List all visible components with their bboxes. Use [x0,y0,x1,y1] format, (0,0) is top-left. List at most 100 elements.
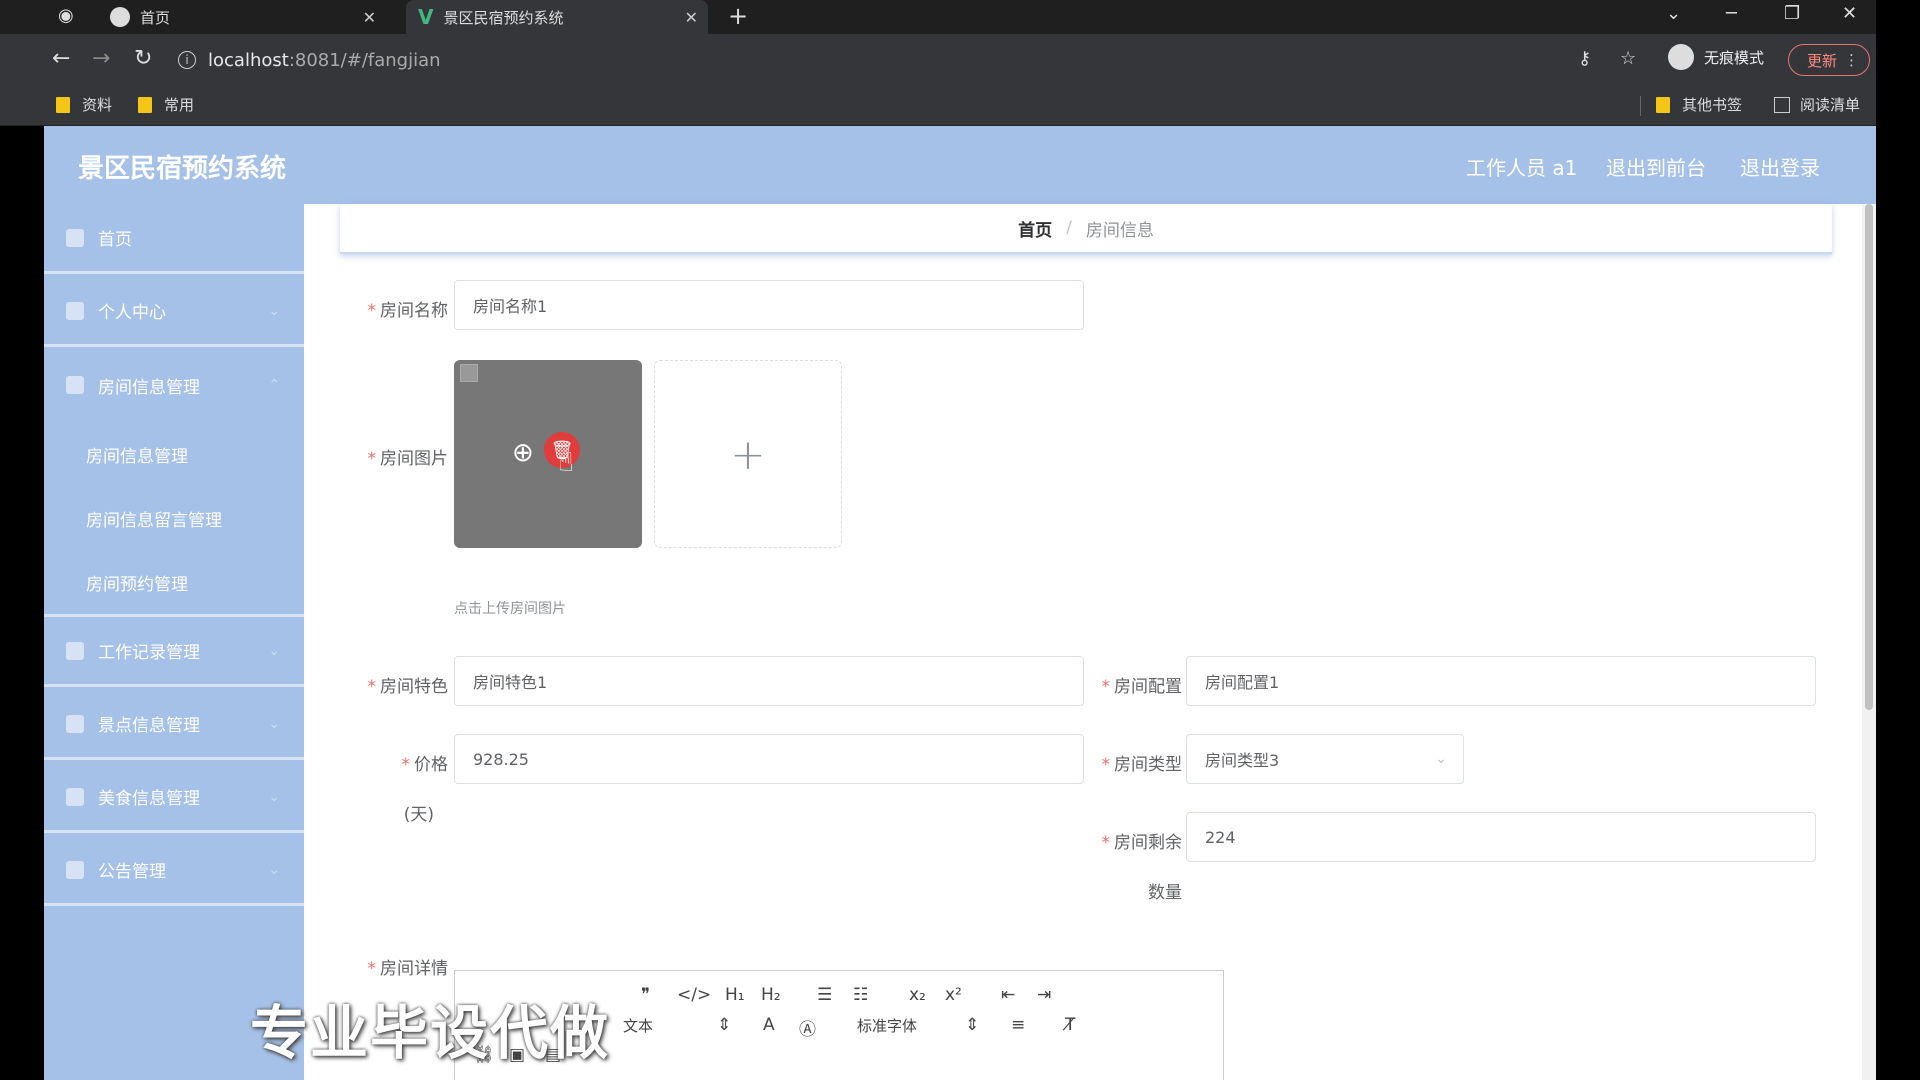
code-block-icon[interactable]: </> [677,985,711,1005]
price-input[interactable]: 928.25 [454,734,1084,784]
tab-close-icon[interactable]: ✕ [685,8,698,27]
back-icon[interactable]: ← [52,46,70,71]
chevron-down-icon: ⌄ [268,788,280,805]
logout-link[interactable]: 退出登录 [1740,152,1820,181]
zoom-in-icon[interactable]: ⊕ [512,438,534,468]
sidebar: 首页 个人中心 ⌄ 房间信息管理 ⌃ 房间信息管理 房间信息留言管理 房间预约管… [44,204,304,1080]
breadcrumb-home[interactable]: 首页 [1018,216,1052,241]
text-color-icon[interactable]: A [763,1015,775,1035]
chevron-down-icon: ⌄ [1435,751,1447,767]
bookmark-folder[interactable]: 常用 [138,94,194,115]
scrollbar-thumb[interactable] [1865,204,1873,710]
font-size-select[interactable]: 文本 [623,1015,653,1036]
upload-add-button[interactable]: + [654,360,842,548]
bookmark-folder[interactable]: 资料 [56,94,112,115]
sidebar-item-home[interactable]: 首页 [44,204,304,274]
plus-icon: + [730,429,766,479]
subscript-icon[interactable]: x₂ [909,985,926,1005]
outdent-icon[interactable]: ⇤ [1001,985,1015,1005]
room-remain-input[interactable]: 224 [1186,812,1816,862]
restore-icon[interactable]: ❐ [1784,3,1800,24]
breadcrumb-separator: / [1066,218,1072,238]
sidebar-item-profile[interactable]: 个人中心 ⌄ [44,277,304,347]
reading-list-icon [1774,96,1790,113]
key-icon[interactable]: ⚷ [1578,48,1591,69]
update-button[interactable]: 更新 ⋮ [1788,44,1870,76]
current-user: 工作人员 a1 [1466,156,1578,180]
sidebar-subitem-room-booking[interactable]: 房间预约管理 [44,550,304,617]
browser-menu-icon[interactable]: ◉ [58,5,74,26]
tab-search-icon[interactable]: ⌄ [1666,3,1681,24]
room-config-input[interactable]: 房间配置1 [1186,656,1816,706]
user-icon [66,301,84,320]
url-text: localhost:8081/#/fangjian [208,49,441,71]
hand-cursor-icon: ☝ [558,448,574,478]
page-scrollbar[interactable] [1862,204,1876,1080]
address-bar[interactable]: i localhost:8081/#/fangjian [178,43,1658,77]
app-page: 景区民宿预约系统 工作人员 a1 退出到前台 退出登录 首页 个人中心 ⌄ 房间… [44,126,1876,1080]
home-icon [66,228,84,247]
room-name-label: * 房间名称 [367,301,449,321]
room-feature-input[interactable]: 房间特色1 [454,656,1084,706]
broken-image-icon [460,364,478,382]
close-window-icon[interactable]: ✕ [1842,3,1857,24]
room-remain-label-2: 数量 [1148,883,1182,903]
room-type-label: * 房间类型 [1101,755,1183,775]
sidebar-item-notice[interactable]: 公告管理 ⌄ [44,836,304,906]
watermark-overlay: 专业毕设代做 [250,999,611,1067]
align-icon[interactable]: ≡ [1011,1015,1025,1035]
notice-icon [66,860,84,879]
select-arrow-icon: ⇕ [965,1015,980,1035]
room-icon [66,376,84,394]
sidebar-item-scenic[interactable]: 景点信息管理 ⌄ [44,690,304,760]
other-bookmarks[interactable]: 其他书签 [1656,94,1742,115]
chevron-down-icon: ⌄ [268,302,280,319]
incognito-indicator[interactable]: 无痕模式 [1668,44,1764,70]
heading1-icon[interactable]: H₁ [725,985,745,1005]
bullet-list-icon[interactable]: ☷ [853,985,868,1005]
room-type-select[interactable]: 房间类型3 ⌄ [1186,734,1464,784]
folder-icon [138,96,152,113]
forward-icon[interactable]: → [92,46,110,71]
chevron-up-icon: ⌃ [268,377,280,393]
sidebar-item-work-records[interactable]: 工作记录管理 ⌄ [44,617,304,687]
chevron-down-icon: ⌄ [268,715,280,732]
breadcrumb-current: 房间信息 [1085,220,1154,241]
globe-icon [110,7,130,27]
chevron-down-icon: ⌄ [268,642,280,659]
reload-icon[interactable]: ↻ [134,46,152,71]
main-content: 首页 / 房间信息 * 房间名称 房间名称1 * 房间图片 ⊕ 🗑 ☝ + 点击上传… [304,204,1876,1080]
bookmark-separator [1640,96,1641,116]
uploaded-image-thumbnail[interactable]: ⊕ 🗑 ☝ [454,360,642,548]
vue-logo-icon: V [418,5,434,29]
browser-toolbar: ← → ↻ i localhost:8081/#/fangjian ⚷ ☆ 无痕… [0,34,1876,86]
sidebar-item-food[interactable]: 美食信息管理 ⌄ [44,763,304,833]
heading2-icon[interactable]: H₂ [761,985,781,1005]
new-tab-icon[interactable]: + [728,2,748,30]
indent-icon[interactable]: ⇥ [1037,985,1051,1005]
reading-list[interactable]: 阅读清单 [1774,94,1860,115]
to-front-link[interactable]: 退出到前台 [1606,152,1706,181]
tab-app[interactable]: V 景区民宿预约系统 ✕ [406,0,708,34]
bookmark-star-icon[interactable]: ☆ [1620,48,1636,69]
sidebar-subitem-room-info[interactable]: 房间信息管理 [44,422,304,486]
grid-icon [66,714,84,733]
site-info-icon[interactable]: i [178,51,196,69]
clear-format-icon[interactable]: T̸ [1065,1015,1075,1035]
folder-icon [1656,96,1670,113]
sidebar-subitem-room-comments[interactable]: 房间信息留言管理 [44,486,304,550]
font-family-select[interactable]: 标准字体 [857,1015,917,1036]
superscript-icon[interactable]: x² [945,985,962,1005]
room-name-input[interactable]: 房间名称1 [454,280,1084,330]
tab-close-icon[interactable]: ✕ [363,8,376,27]
record-icon [66,641,84,660]
minimize-icon[interactable]: ─ [1726,3,1737,24]
room-detail-label: * 房间详情 [367,959,449,979]
chevron-down-icon: ⌄ [268,861,280,878]
more-menu-icon[interactable]: ⋮ [1844,51,1859,69]
tab-home[interactable]: 首页 ✕ [96,0,386,34]
blockquote-icon[interactable]: ❞ [641,985,650,1005]
sidebar-item-room-manage[interactable]: 房间信息管理 ⌃ [44,350,304,420]
background-color-icon[interactable]: Ⓐ [799,1015,816,1040]
ordered-list-icon[interactable]: ☰ [817,985,832,1005]
